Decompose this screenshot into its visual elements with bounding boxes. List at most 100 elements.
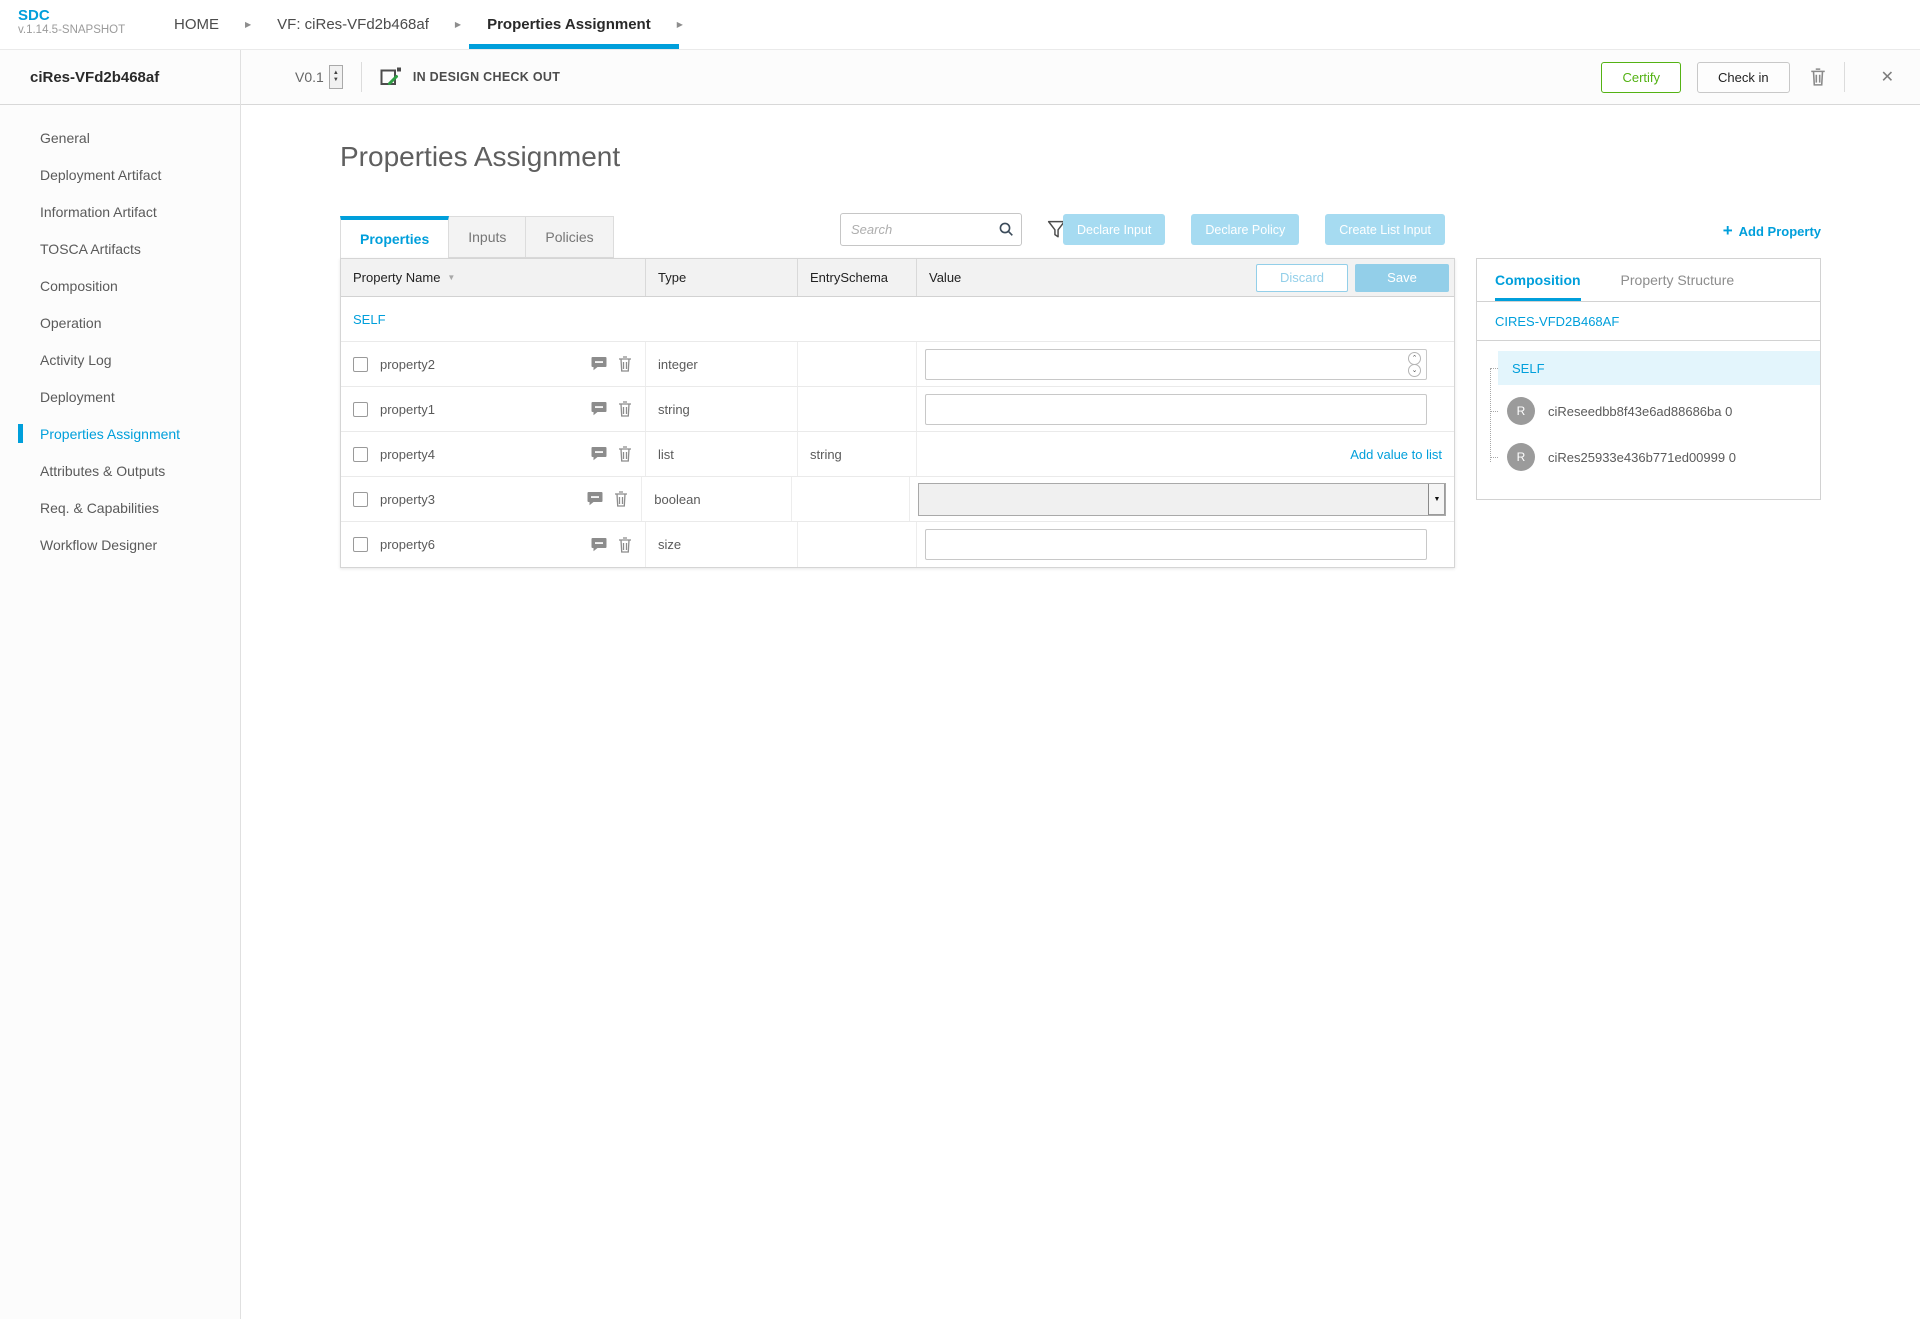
entity-name: ciRes-VFd2b468af [30,69,159,86]
main-tab[interactable]: Inputs [449,216,526,258]
action-bar: V0.1 ▲▼ IN DESIGN CHECK OUT Certify Chec… [241,50,1920,105]
sidebar-item-label: Attributes & Outputs [40,463,165,479]
value-select[interactable]: ▼ [918,483,1446,516]
delete-property-icon[interactable] [618,356,632,372]
close-icon[interactable]: ✕ [1881,67,1894,87]
save-button[interactable]: Save [1355,264,1449,292]
breadcrumb-home[interactable]: HOME [170,0,223,49]
hierarchy-tab[interactable]: Property Structure [1621,259,1735,301]
property-type: size [646,537,681,552]
table-row: property1 string [341,387,1454,432]
comment-icon[interactable] [591,446,607,462]
sidebar-menu-item[interactable]: Operation [0,304,240,341]
search-icon [998,221,1014,242]
value-text-input[interactable] [925,394,1427,425]
entry-schema: string [798,447,842,462]
sidebar-menu-item[interactable]: Req. & Capabilities [0,489,240,526]
sidebar-menu-item[interactable]: Attributes & Outputs [0,452,240,489]
delete-property-icon[interactable] [618,446,632,462]
main-tab[interactable]: Policies [526,216,613,258]
sidebar-menu-item[interactable]: Deployment [0,378,240,415]
hierarchy-tab[interactable]: Composition [1495,259,1581,301]
comment-icon[interactable] [591,356,607,372]
search-box [840,213,1022,246]
sidebar-item-label: Req. & Capabilities [40,500,159,516]
tree-node-instance[interactable]: R ciReseedbb8f43e6ad88686ba 0 [1498,391,1820,431]
row-checkbox[interactable] [353,492,368,507]
sidebar-menu-item[interactable]: TOSCA Artifacts [0,230,240,267]
sidebar-item-label: Information Artifact [40,204,157,220]
checkout-pencil-icon [380,66,402,88]
table-body: property2 integer ⌃⌄ proper [341,342,1454,567]
row-checkbox[interactable] [353,537,368,552]
column-header-value: Value Discard Save [917,259,1454,296]
declare-action-button[interactable]: Create List Input [1325,214,1445,245]
delete-property-icon[interactable] [614,491,628,507]
hierarchy-tab-label: Property Structure [1621,272,1735,288]
page-title: Properties Assignment [340,141,620,173]
sidebar-menu: General Deployment Artifact Information … [0,105,240,563]
table-row: property2 integer ⌃⌄ [341,342,1454,387]
delete-property-icon[interactable] [618,401,632,417]
number-spinner-icon[interactable]: ⌃⌄ [1408,352,1421,377]
row-checkbox[interactable] [353,357,368,372]
lifecycle-status: IN DESIGN CHECK OUT [413,70,560,84]
declare-action-button[interactable]: Declare Policy [1191,214,1299,245]
value-text-input[interactable] [925,529,1427,560]
declare-action-button[interactable]: Declare Input [1063,214,1165,245]
sidebar-menu-item[interactable]: Workflow Designer [0,526,240,563]
top-nav: SDC v.1.14.5-SNAPSHOT HOME ▶ VF: ciRes-V… [0,0,1920,50]
comment-icon[interactable] [587,491,603,507]
tree-node-instance[interactable]: R ciRes25933e436b771ed00999 0 [1498,437,1820,477]
column-header-property-name[interactable]: Property Name ▼ [341,259,646,296]
properties-table: Property Name ▼ Type EntrySchema Value D… [340,258,1455,568]
breadcrumb-vf[interactable]: VF: ciRes-VFd2b468af [273,0,433,49]
sidebar-item-label: General [40,130,90,146]
sidebar-menu-item[interactable]: Properties Assignment [0,415,240,452]
delete-component-icon[interactable] [1810,68,1826,86]
delete-property-icon[interactable] [618,537,632,553]
sidebar-item-label: TOSCA Artifacts [40,241,141,257]
sidebar-item-label: Deployment [40,389,115,405]
breadcrumb-current[interactable]: Properties Assignment [483,0,655,49]
breadcrumb: HOME ▶ VF: ciRes-VFd2b468af ▶ Properties… [170,0,705,49]
comment-icon[interactable] [591,401,607,417]
sidebar-menu-item[interactable]: Information Artifact [0,193,240,230]
property-name: property1 [380,402,435,417]
sidebar-menu-item[interactable]: Deployment Artifact [0,156,240,193]
main-tab[interactable]: Properties [340,216,449,258]
resource-avatar: R [1507,397,1535,425]
breadcrumb-arrow-icon: ▶ [655,0,705,49]
sidebar-item-label: Operation [40,315,101,331]
add-property-button[interactable]: + Add Property [1723,221,1821,241]
sort-caret-icon: ▼ [447,273,455,282]
column-header-entryschema: EntrySchema [798,259,917,296]
version-label: V0.1 [295,69,324,85]
breadcrumb-arrow-icon: ▶ [433,0,483,49]
version-stepper[interactable]: ▲▼ [329,65,343,89]
add-value-to-list-link[interactable]: Add value to list [1350,447,1446,462]
sidebar-item-label: Workflow Designer [40,537,157,553]
property-type: integer [646,357,698,372]
discard-button[interactable]: Discard [1256,264,1348,292]
hierarchy-tabs: Composition Property Structure [1477,259,1820,302]
sidebar-menu-item[interactable]: Activity Log [0,341,240,378]
comment-icon[interactable] [591,537,607,553]
tree-node-self[interactable]: SELF [1498,351,1820,385]
add-property-label: Add Property [1739,224,1821,239]
certify-button[interactable]: Certify [1601,62,1681,93]
sidebar-item-label: Activity Log [40,352,112,368]
row-checkbox[interactable] [353,402,368,417]
value-number-input[interactable] [925,349,1427,380]
row-checkbox[interactable] [353,447,368,462]
search-input[interactable] [840,213,1022,246]
sidebar-menu-item[interactable]: Composition [0,267,240,304]
check-in-button[interactable]: Check in [1697,62,1790,93]
plus-icon: + [1723,221,1733,241]
tab-label: Policies [545,229,593,245]
resource-instance-label: ciReseedbb8f43e6ad88686ba 0 [1548,404,1732,419]
resource-instance-label: ciRes25933e436b771ed00999 0 [1548,450,1736,465]
sidebar-menu-item[interactable]: General [0,119,240,156]
sidebar-item-label: Composition [40,278,118,294]
tab-label: Properties [360,231,429,247]
